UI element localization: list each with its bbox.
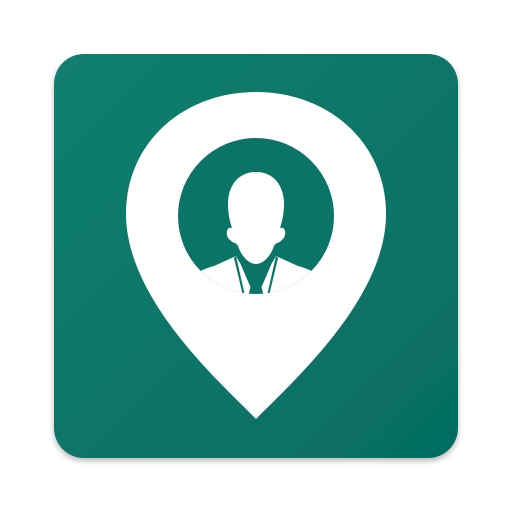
location-pin-person-icon[interactable]: [0, 0, 512, 512]
app-icon-canvas: [0, 0, 512, 512]
